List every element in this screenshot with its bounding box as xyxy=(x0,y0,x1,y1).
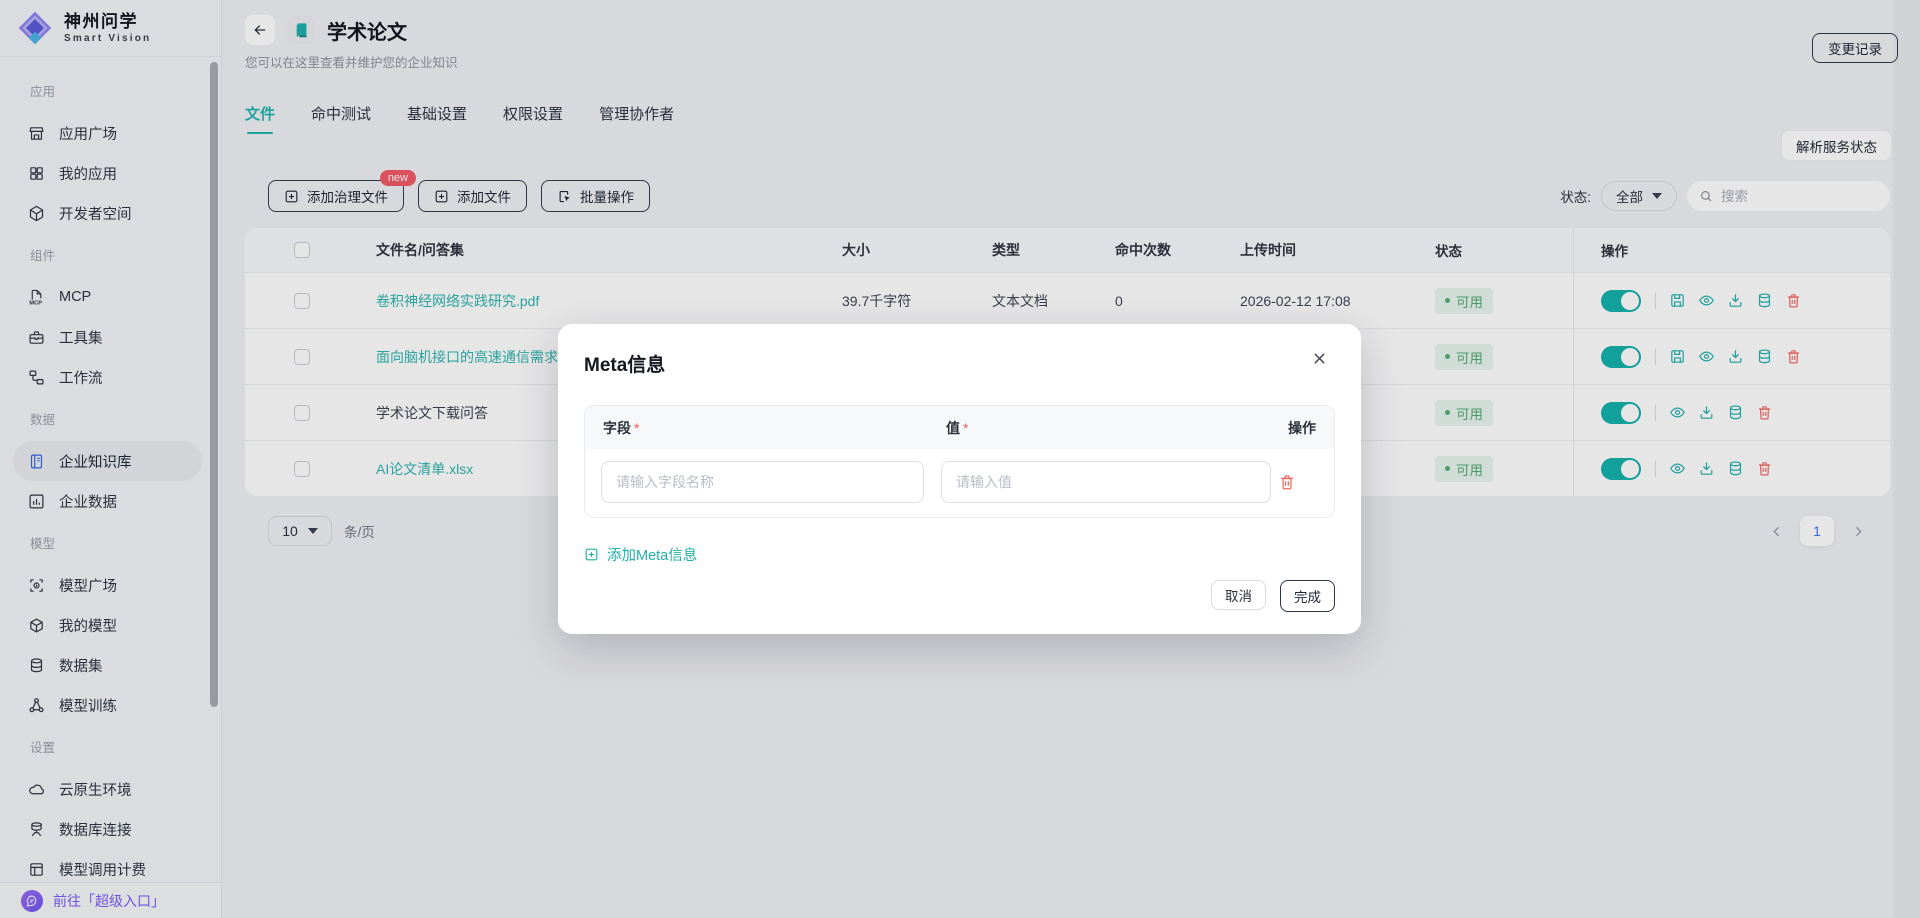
required-mark: * xyxy=(963,420,968,436)
value-column-header: 值 xyxy=(946,420,960,436)
field-name-input[interactable] xyxy=(601,461,924,503)
cancel-button[interactable]: 取消 xyxy=(1211,580,1266,610)
required-mark: * xyxy=(634,420,639,436)
add-meta-info-link[interactable]: 添加Meta信息 xyxy=(584,544,697,565)
meta-info-modal: Meta信息 字段* 值* 操作 添加Meta信息 取消 完成 xyxy=(558,324,1361,634)
meta-row xyxy=(585,449,1334,517)
field-column-header: 字段 xyxy=(603,420,631,436)
field-value-input[interactable] xyxy=(941,461,1271,503)
modal-title: Meta信息 xyxy=(584,350,1335,377)
meta-table-header: 字段* 值* 操作 xyxy=(585,406,1334,449)
ops-column-header: 操作 xyxy=(1272,418,1316,438)
meta-table: 字段* 值* 操作 xyxy=(584,405,1335,518)
close-icon[interactable] xyxy=(1311,350,1331,370)
plus-square-icon xyxy=(584,547,599,562)
confirm-button[interactable]: 完成 xyxy=(1280,580,1335,612)
delete-row-trash-icon[interactable] xyxy=(1278,473,1296,491)
